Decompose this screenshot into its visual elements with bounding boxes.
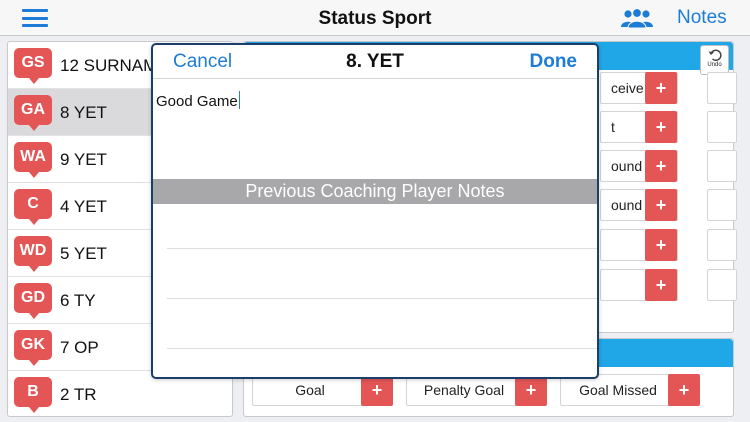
stat-plus-button[interactable]: + [645, 189, 677, 221]
previous-note-row [167, 248, 597, 249]
player-name: 7 OP [60, 338, 99, 357]
stat-plus-button[interactable]: + [645, 269, 677, 301]
done-button[interactable]: Done [530, 51, 578, 73]
undo-button[interactable]: Undo [700, 45, 729, 75]
position-badge: GD [14, 283, 52, 319]
player-name: 9 YET [60, 150, 107, 169]
player-notes-modal: Cancel 8. YET Done Good Game Previous Co… [151, 43, 599, 379]
position-badge: WA [14, 142, 52, 178]
position-badge: WD [14, 236, 52, 272]
player-name: 2 TR [60, 385, 97, 404]
top-bar: Status Sport Notes [0, 0, 750, 36]
stat-count-box [707, 269, 737, 301]
stat-count-box [707, 189, 737, 221]
player-name: 5 YET [60, 244, 107, 263]
player-name: 4 YET [60, 197, 107, 216]
stat-count-box [707, 111, 737, 143]
position-badge: GA [14, 95, 52, 131]
undo-label: Undo [707, 62, 722, 68]
modal-header: Cancel 8. YET Done [153, 45, 597, 79]
player-name: 6 TY [60, 291, 96, 310]
stat-count-box [707, 150, 737, 182]
position-badge: GS [14, 48, 52, 84]
undo-icon [708, 49, 722, 61]
note-text: Good Game [156, 93, 238, 110]
position-badge: C [14, 189, 52, 225]
player-name: 12 SURNAM [60, 56, 158, 75]
position-badge: B [14, 377, 52, 413]
stat-plus-button[interactable]: + [645, 72, 677, 104]
notes-button[interactable]: Notes [677, 7, 727, 29]
goal-missed-plus-button[interactable]: + [668, 374, 700, 406]
people-group-icon[interactable] [620, 8, 654, 29]
stat-count-box [707, 229, 737, 261]
stat-count-box [707, 72, 737, 104]
previous-notes-header: Previous Coaching Player Notes [153, 179, 597, 204]
text-cursor [238, 91, 241, 109]
stat-plus-button[interactable]: + [645, 150, 677, 182]
stat-plus-button[interactable]: + [645, 229, 677, 261]
stat-plus-button[interactable]: + [645, 111, 677, 143]
position-badge: GK [14, 330, 52, 366]
player-name: 8 YET [60, 103, 107, 122]
note-text-area[interactable]: Good Game [156, 91, 592, 177]
previous-note-row [167, 348, 597, 349]
previous-note-row [167, 298, 597, 299]
